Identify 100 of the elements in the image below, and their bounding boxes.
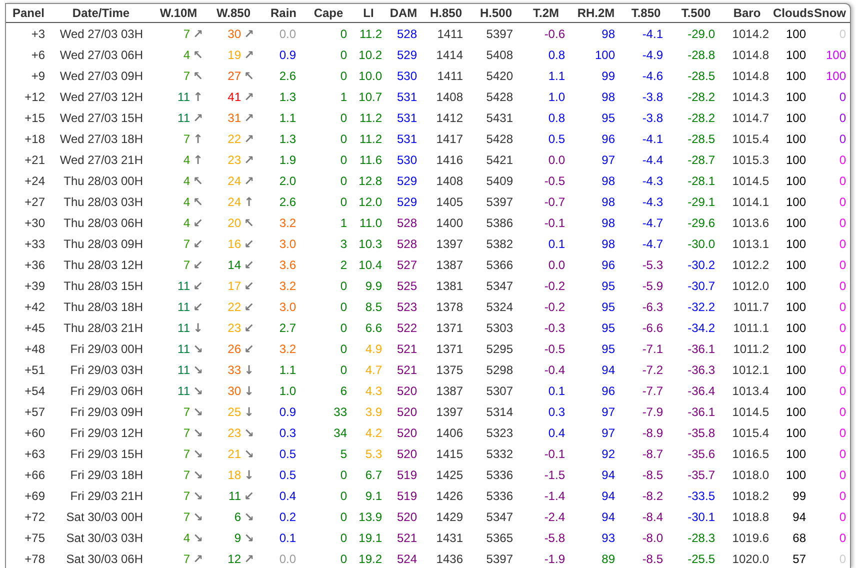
- table-cell: 100: [773, 22, 810, 44]
- table-cell-text: -2.4: [543, 508, 566, 526]
- column-header[interactable]: Panel: [12, 6, 44, 20]
- column-header[interactable]: Cape: [314, 6, 344, 20]
- wind-speed: 11: [176, 278, 190, 292]
- table-cell-text: 0: [339, 508, 348, 526]
- table-cell-text: -28.3: [686, 530, 716, 546]
- table-cell-text: Thu 28/03 12H: [62, 256, 144, 274]
- table-cell-text: -28.5: [686, 130, 716, 148]
- table-cell-text: 33: [332, 404, 348, 420]
- table-cell-text: 0: [339, 488, 348, 504]
- table-cell-text: 1018.8: [731, 508, 770, 526]
- table-cell-text: +33: [24, 236, 46, 252]
- table-cell-text: 5428: [485, 130, 514, 148]
- table-cell-text: 100: [784, 424, 807, 442]
- table-cell-text: -30.1: [686, 508, 716, 526]
- table-cell-text: 98: [600, 236, 616, 252]
- table-cell-text: 0: [339, 152, 348, 168]
- table-cell-text: 523: [396, 298, 418, 316]
- column-header[interactable]: T.2M: [532, 6, 559, 20]
- table-cell-text: -0.5: [543, 340, 566, 358]
- table-cell-text: +48: [24, 340, 46, 358]
- column-header[interactable]: T.850: [631, 6, 661, 20]
- table-cell-text: -7.1: [641, 340, 664, 358]
- column-header[interactable]: Snow: [814, 6, 846, 20]
- table-cell-text: 521: [396, 530, 418, 546]
- table-cell-text: 1.1: [278, 110, 297, 126]
- table-cell-text: 5386: [485, 214, 514, 232]
- table-cell-text: 95: [600, 320, 616, 336]
- table-cell-text: 13.9: [358, 508, 383, 526]
- wind-speed: 4: [182, 174, 190, 188]
- table-cell-text: 5323: [485, 424, 514, 442]
- table-cell-text: Wed 27/03 15H: [58, 110, 144, 126]
- column-header[interactable]: LI: [363, 6, 374, 20]
- table-cell-text: 3.0: [278, 236, 297, 252]
- table-cell: 0.0: [261, 22, 306, 44]
- wind-arrow: ↑: [193, 90, 204, 104]
- wind-arrow: ↘: [193, 384, 204, 398]
- table-cell-text: 519: [396, 466, 418, 484]
- column-header[interactable]: W.850: [216, 6, 251, 20]
- table-cell-text: 1012.0: [731, 278, 770, 294]
- table-cell-text: 1011.2: [732, 340, 770, 358]
- table-cell-text: Fri 29/03 03H: [69, 362, 144, 378]
- table-cell-text: 1416: [435, 152, 464, 168]
- wind-arrow: ↘: [244, 510, 256, 524]
- column-header[interactable]: DAM: [390, 6, 418, 20]
- table-cell-text: 520: [396, 446, 418, 462]
- table-cell-text: 0.4: [547, 424, 566, 442]
- table-cell-text: 94: [792, 508, 807, 526]
- column-header[interactable]: W.10M: [160, 6, 198, 20]
- table-cell-text: 100: [784, 320, 807, 336]
- table-cell-text: 531: [396, 88, 418, 106]
- table-cell-text: 1013.6: [731, 214, 770, 232]
- table-cell-text: 1405: [435, 194, 464, 210]
- table-cell-text: 10.3: [358, 236, 383, 252]
- table-cell-text: 531: [396, 110, 418, 126]
- table-cell-text: 1406: [435, 424, 464, 442]
- wind-arrow: ↗: [244, 26, 256, 40]
- table-cell-text: +27: [24, 194, 46, 210]
- table-cell-text: 1414: [435, 46, 464, 64]
- table-cell-text: 2.0: [278, 172, 297, 190]
- table-cell: 98: [571, 22, 621, 44]
- table-cell-text: Wed 27/03 18H: [58, 130, 144, 148]
- table-cell-text: Fri 29/03 21H: [69, 488, 144, 504]
- wind-speed: 11: [176, 110, 190, 124]
- table-cell-text: 0: [339, 550, 348, 568]
- table-cell-text: 1.3: [278, 88, 297, 106]
- column-header[interactable]: Clouds: [773, 6, 814, 20]
- wind-speed: 23: [227, 320, 241, 334]
- table-cell-text: -29.6: [686, 214, 716, 232]
- table-cell-text: 5314: [485, 404, 514, 420]
- wind-arrow: ↓: [244, 404, 256, 418]
- table-cell-text: Thu 28/03 06H: [62, 214, 144, 232]
- column-header[interactable]: Baro: [733, 6, 761, 20]
- table-cell-text: 0: [838, 404, 847, 420]
- column-header[interactable]: T.500: [681, 6, 711, 20]
- table-cell-text: 1371: [435, 340, 464, 358]
- table-cell-text: +51: [24, 362, 46, 378]
- column-header[interactable]: RH.2M: [577, 6, 615, 20]
- table-cell-text: -30.7: [686, 278, 716, 294]
- table-cell-text: 1387: [435, 256, 464, 274]
- table-cell-text: 9.9: [364, 278, 383, 294]
- wind-arrow: ↖: [193, 174, 204, 188]
- table-cell-text: -28.2: [686, 110, 716, 126]
- table-cell-text: 0: [339, 320, 348, 336]
- column-header[interactable]: Date/Time: [72, 6, 130, 20]
- table-cell-text: +6: [30, 46, 46, 64]
- wind-speed: 7: [182, 446, 190, 460]
- table-cell-text: 100: [784, 130, 807, 148]
- table-cell-text: +54: [24, 382, 46, 400]
- column-header[interactable]: H.500: [480, 6, 512, 20]
- table-cell-text: 6.7: [364, 466, 383, 484]
- table-cell-text: +18: [24, 130, 46, 148]
- column-header[interactable]: Rain: [270, 6, 296, 20]
- column-header[interactable]: H.850: [430, 6, 462, 20]
- table-cell-text: 96: [600, 382, 616, 400]
- table-cell-text: -30.0: [686, 236, 716, 252]
- table-cell-text: 520: [396, 382, 418, 400]
- table-cell-text: 0: [838, 152, 847, 168]
- wind-arrow: ↙: [193, 216, 204, 230]
